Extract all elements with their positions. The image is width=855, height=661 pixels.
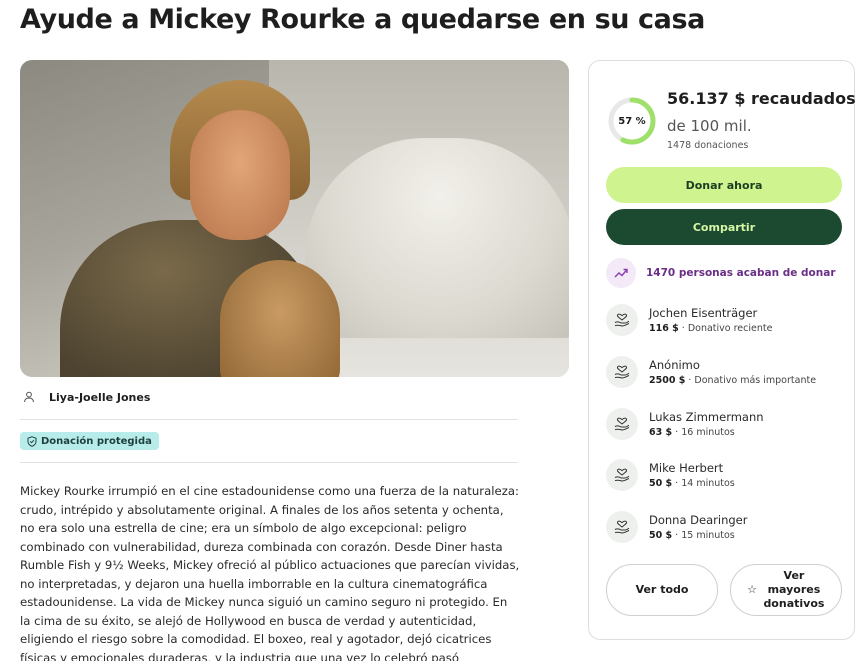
donor-name: Anónimo [649,358,700,372]
donor-amount: 50 $ [649,530,673,541]
donation-count: 1478 donaciones [667,140,749,151]
top-donations-label: Ver mayores donativos [763,569,825,610]
page-title: Ayude a Mickey Rourke a quedarse en su c… [20,4,705,35]
donor-item: Jochen Eisenträger 116 $ · Donativo reci… [606,304,772,336]
divider [20,419,518,420]
heart-hand-icon [606,511,638,543]
divider [20,462,518,463]
trending-up-icon [606,258,636,288]
person-icon [20,388,38,406]
organizer[interactable]: Liya-Joelle Jones [20,388,150,406]
heart-hand-icon [606,408,638,440]
story-text: Mickey Rourke irrumpió en el cine estado… [20,484,520,661]
amount-raised: 56.137 $ recaudados [667,89,855,108]
see-all-button[interactable]: Ver todo [606,564,718,616]
goal-amount: de 100 mil. [667,117,752,135]
donor-name: Mike Herbert [649,461,724,475]
donate-button[interactable]: Donar ahora [606,167,842,203]
donor-item: Mike Herbert 50 $ · 14 minutos [606,459,735,491]
donor-detail: · 14 minutos [675,478,735,489]
donor-amount: 116 $ [649,323,679,334]
shield-icon [27,435,37,447]
donor-detail: · 16 minutos [675,427,735,438]
badge-label: Donación protegida [41,435,152,447]
donation-card: 57 % 56.137 $ recaudados de 100 mil. 147… [588,60,855,640]
protected-donation-badge[interactable]: Donación protegida [20,432,159,450]
recent-donations-text: 1470 personas acaban de donar [646,267,836,279]
donor-name: Jochen Eisenträger [649,306,758,320]
donor-item: Donna Dearinger 50 $ · 15 minutos [606,511,747,543]
donor-detail: · Donativo más importante [688,375,817,386]
heart-hand-icon [606,356,638,388]
donor-name: Donna Dearinger [649,513,748,527]
donor-amount: 50 $ [649,478,673,489]
organizer-name: Liya-Joelle Jones [49,390,151,404]
donor-amount: 2500 $ [649,375,686,386]
recent-donations-notice: 1470 personas acaban de donar [606,258,836,288]
heart-hand-icon [606,459,638,491]
donor-detail: · 15 minutos [675,530,735,541]
progress-percent: 57 % [618,115,646,127]
top-donations-button[interactable]: ☆ Ver mayores donativos [730,564,842,616]
campaign-photo[interactable]: ← → [20,60,569,377]
donor-detail: · Donativo reciente [681,323,773,334]
donor-amount: 63 $ [649,427,673,438]
share-button[interactable]: Compartir [606,209,842,245]
star-icon: ☆ [747,583,757,596]
donor-name: Lukas Zimmermann [649,410,764,424]
heart-hand-icon [606,304,638,336]
donor-item: Lukas Zimmermann 63 $ · 16 minutos [606,408,764,440]
donor-item: Anónimo 2500 $ · Donativo más importante [606,356,816,388]
